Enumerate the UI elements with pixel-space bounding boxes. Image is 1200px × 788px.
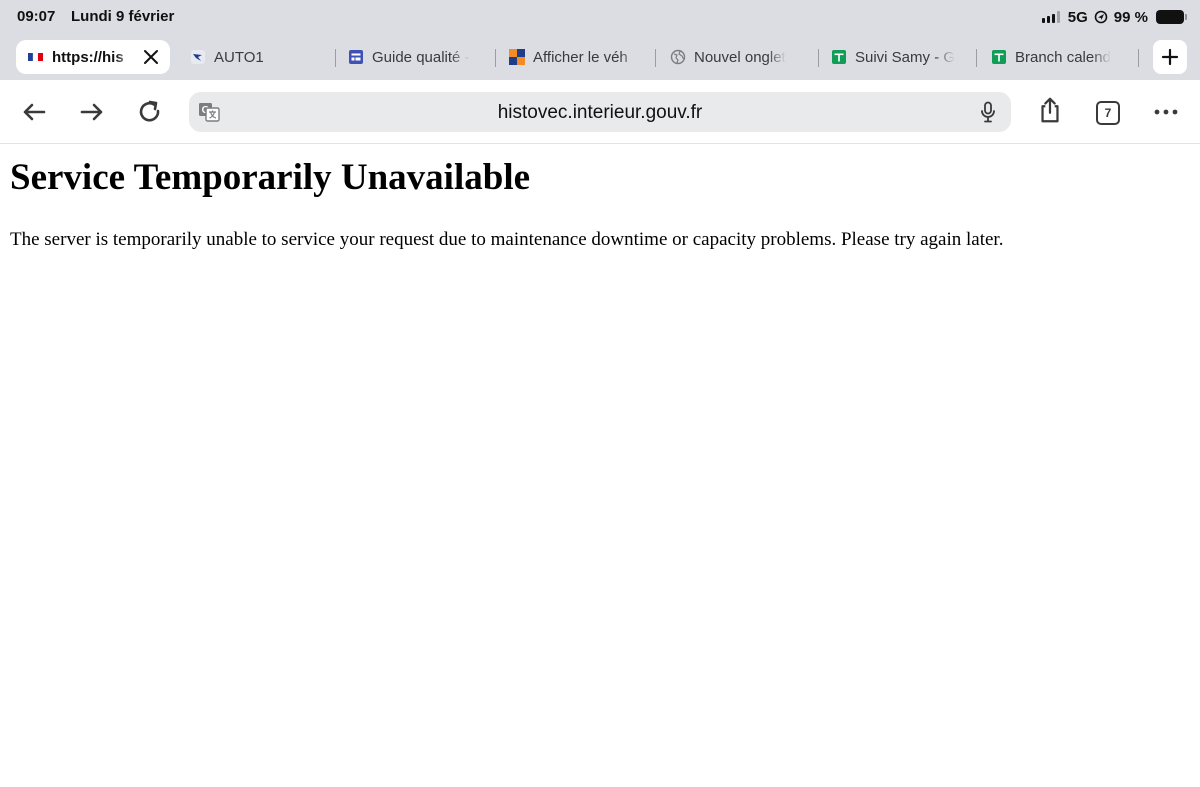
forward-arrow-icon[interactable] <box>78 98 106 126</box>
reload-icon[interactable] <box>136 98 164 126</box>
tab-label: Branch calend <box>1015 48 1111 66</box>
tab-label: Nouvel onglet <box>694 48 786 66</box>
microphone-icon[interactable] <box>979 101 997 123</box>
tab-label: https://his <box>52 48 124 66</box>
tab-separator <box>655 49 656 67</box>
tab-label: Guide qualité - <box>372 48 470 66</box>
tab-separator <box>1138 49 1139 67</box>
tab-branch-calendar[interactable]: Branch calend <box>991 40 1131 74</box>
status-time: 09:07 <box>17 8 56 25</box>
battery-icon <box>1156 10 1187 24</box>
toolbar: G histovec.interieur.gouv.fr 7 <box>0 80 1200 144</box>
page-title: Service Temporarily Unavailable <box>10 157 531 198</box>
cellular-signal-icon <box>1041 11 1060 23</box>
sheets-icon <box>832 50 846 64</box>
new-tab-button[interactable] <box>1153 40 1187 74</box>
tab-label: Suivi Samy - G <box>855 48 956 66</box>
plus-icon <box>1161 48 1179 66</box>
french-flag-icon <box>28 52 43 62</box>
sheets-icon <box>992 50 1006 64</box>
tab-afficher-vehicule[interactable]: Afficher le véh <box>509 40 649 74</box>
more-options-icon[interactable] <box>1152 98 1180 126</box>
page-content: Service Temporarily Unavailable The serv… <box>10 152 1190 253</box>
error-message: The server is temporarily unable to serv… <box>10 229 1004 250</box>
tab-nouvel-onglet[interactable]: Nouvel onglet <box>670 40 810 74</box>
network-type: 5G <box>1067 8 1088 26</box>
location-icon <box>1094 10 1108 24</box>
url-text: histovec.interieur.gouv.fr <box>497 102 703 123</box>
status-bar: 09:07 Lundi 9 février 5G 99 % <box>0 0 1200 34</box>
tab-guide-qualite[interactable]: Guide qualité - <box>348 40 483 74</box>
globe-icon <box>670 49 686 65</box>
orange-blue-squares-icon <box>509 49 525 65</box>
tab-separator <box>818 49 819 67</box>
tab-auto1[interactable]: AUTO1 <box>190 40 330 74</box>
status-date: Lundi 9 février <box>71 8 175 25</box>
back-arrow-icon[interactable] <box>20 98 48 126</box>
status-indicators: 5G 99 % <box>1041 8 1187 26</box>
tab-label: AUTO1 <box>214 48 264 66</box>
tab-bar: https://his AUTO1 Guide qualité - Affich… <box>0 34 1200 80</box>
battery-percentage: 99 % <box>1113 8 1148 26</box>
tab-suivi-samy[interactable]: Suivi Samy - G <box>831 40 966 74</box>
tab-count-button[interactable]: 7 <box>1096 101 1120 125</box>
address-bar[interactable]: G histovec.interieur.gouv.fr <box>189 92 1011 132</box>
tab-separator <box>976 49 977 67</box>
tab-separator <box>495 49 496 67</box>
tab-histovec[interactable]: https://his <box>16 40 170 74</box>
close-tab-icon[interactable] <box>142 48 160 66</box>
share-icon[interactable] <box>1036 96 1064 124</box>
tab-separator <box>335 49 336 67</box>
tab-label: Afficher le véh <box>533 48 628 66</box>
auto1-bird-icon <box>191 50 205 64</box>
forms-icon <box>349 50 363 64</box>
